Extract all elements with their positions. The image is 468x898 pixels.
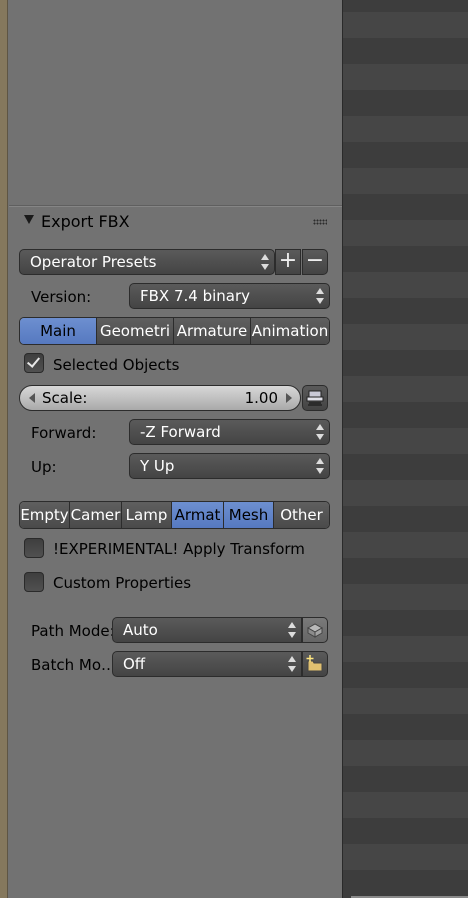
- tab-animation[interactable]: Animation: [251, 318, 329, 344]
- apply-transform-checkbox[interactable]: [24, 538, 44, 558]
- apply-transform-label[interactable]: !EXPERIMENTAL! Apply Transform: [53, 540, 305, 558]
- scale-settings-icon: [306, 390, 324, 406]
- custom-properties-checkbox[interactable]: [24, 572, 44, 592]
- updown-arrows-icon: [288, 622, 296, 638]
- folder-new-icon: [306, 655, 323, 672]
- new-folder-button[interactable]: [302, 651, 328, 677]
- object-type-other[interactable]: Other: [274, 502, 329, 528]
- file-row[interactable]: [343, 376, 468, 402]
- object-type-mesh[interactable]: Mesh: [224, 502, 274, 528]
- package-icon: [306, 623, 324, 638]
- updown-arrows-icon: [316, 458, 324, 474]
- up-label: Up:: [31, 458, 57, 476]
- up-dropdown[interactable]: Y Up: [129, 453, 330, 479]
- add-preset-button[interactable]: +: [275, 249, 301, 275]
- version-label: Version:: [31, 288, 92, 306]
- selected-objects-checkbox[interactable]: [24, 353, 44, 373]
- object-type-lamp[interactable]: Lamp: [122, 502, 172, 528]
- embed-textures-button[interactable]: [302, 617, 328, 643]
- file-browser-area[interactable]: [342, 0, 468, 898]
- triangle-down-icon[interactable]: [24, 215, 34, 224]
- custom-properties-label[interactable]: Custom Properties: [53, 574, 191, 592]
- version-dropdown[interactable]: FBX 7.4 binary: [129, 283, 330, 309]
- file-row[interactable]: [343, 688, 468, 714]
- updown-arrows-icon: [261, 254, 269, 270]
- path-mode-value: Auto: [123, 621, 158, 639]
- path-mode-dropdown[interactable]: Auto: [112, 617, 302, 643]
- file-row[interactable]: [343, 532, 468, 558]
- file-row[interactable]: [343, 324, 468, 350]
- main-tabs: Main Geometri Armature Animation: [19, 317, 330, 345]
- file-row[interactable]: [343, 116, 468, 142]
- file-row[interactable]: [343, 12, 468, 38]
- object-type-empty[interactable]: Empty: [20, 502, 70, 528]
- updown-arrows-icon: [316, 424, 324, 440]
- panel-divider-highlight: [9, 206, 342, 207]
- remove-preset-button[interactable]: −: [302, 249, 328, 275]
- forward-dropdown[interactable]: -Z Forward: [129, 419, 330, 445]
- file-row[interactable]: [343, 64, 468, 90]
- drag-grip-icon[interactable]: [313, 219, 327, 225]
- operator-presets-value: Operator Presets: [30, 253, 157, 271]
- forward-value: -Z Forward: [140, 423, 221, 441]
- file-row[interactable]: [343, 220, 468, 246]
- file-row[interactable]: [343, 428, 468, 454]
- object-type-camera[interactable]: Camer: [70, 502, 122, 528]
- file-row[interactable]: [343, 168, 468, 194]
- tab-geometry[interactable]: Geometri: [97, 318, 174, 344]
- arrow-left-icon[interactable]: [29, 393, 35, 403]
- checkmark-icon: [26, 354, 41, 368]
- file-row[interactable]: [343, 272, 468, 298]
- object-type-armature[interactable]: Armat: [172, 502, 224, 528]
- selected-objects-label[interactable]: Selected Objects: [53, 356, 179, 374]
- file-row[interactable]: [343, 740, 468, 766]
- tab-armature[interactable]: Armature: [174, 318, 251, 344]
- export-fbx-panel: [9, 0, 342, 898]
- path-mode-label: Path Mode:: [31, 622, 115, 640]
- up-value: Y Up: [140, 457, 175, 475]
- scale-slider[interactable]: Scale: 1.00: [19, 385, 301, 411]
- scale-settings-button[interactable]: [302, 385, 328, 411]
- scale-label: Scale:: [42, 389, 88, 407]
- operator-presets-dropdown[interactable]: Operator Presets: [19, 249, 275, 275]
- updown-arrows-icon: [288, 656, 296, 672]
- updown-arrows-icon: [316, 288, 324, 304]
- tab-main[interactable]: Main: [20, 318, 97, 344]
- file-row[interactable]: [343, 636, 468, 662]
- file-row[interactable]: [343, 480, 468, 506]
- file-row[interactable]: [343, 584, 468, 610]
- batch-mode-dropdown[interactable]: Off: [112, 651, 302, 677]
- file-row[interactable]: [343, 792, 468, 818]
- forward-label: Forward:: [31, 424, 97, 442]
- version-value: FBX 7.4 binary: [140, 287, 251, 305]
- window-left-edge: [0, 0, 8, 898]
- batch-mode-label: Batch Mo…: [31, 656, 117, 674]
- scale-value: 1.00: [244, 389, 278, 407]
- file-row[interactable]: [343, 844, 468, 870]
- panel-title[interactable]: Export FBX: [41, 212, 130, 231]
- batch-mode-value: Off: [123, 655, 146, 673]
- arrow-right-icon[interactable]: [286, 393, 292, 403]
- object-type-toggles: Empty Camer Lamp Armat Mesh Other: [19, 501, 330, 529]
